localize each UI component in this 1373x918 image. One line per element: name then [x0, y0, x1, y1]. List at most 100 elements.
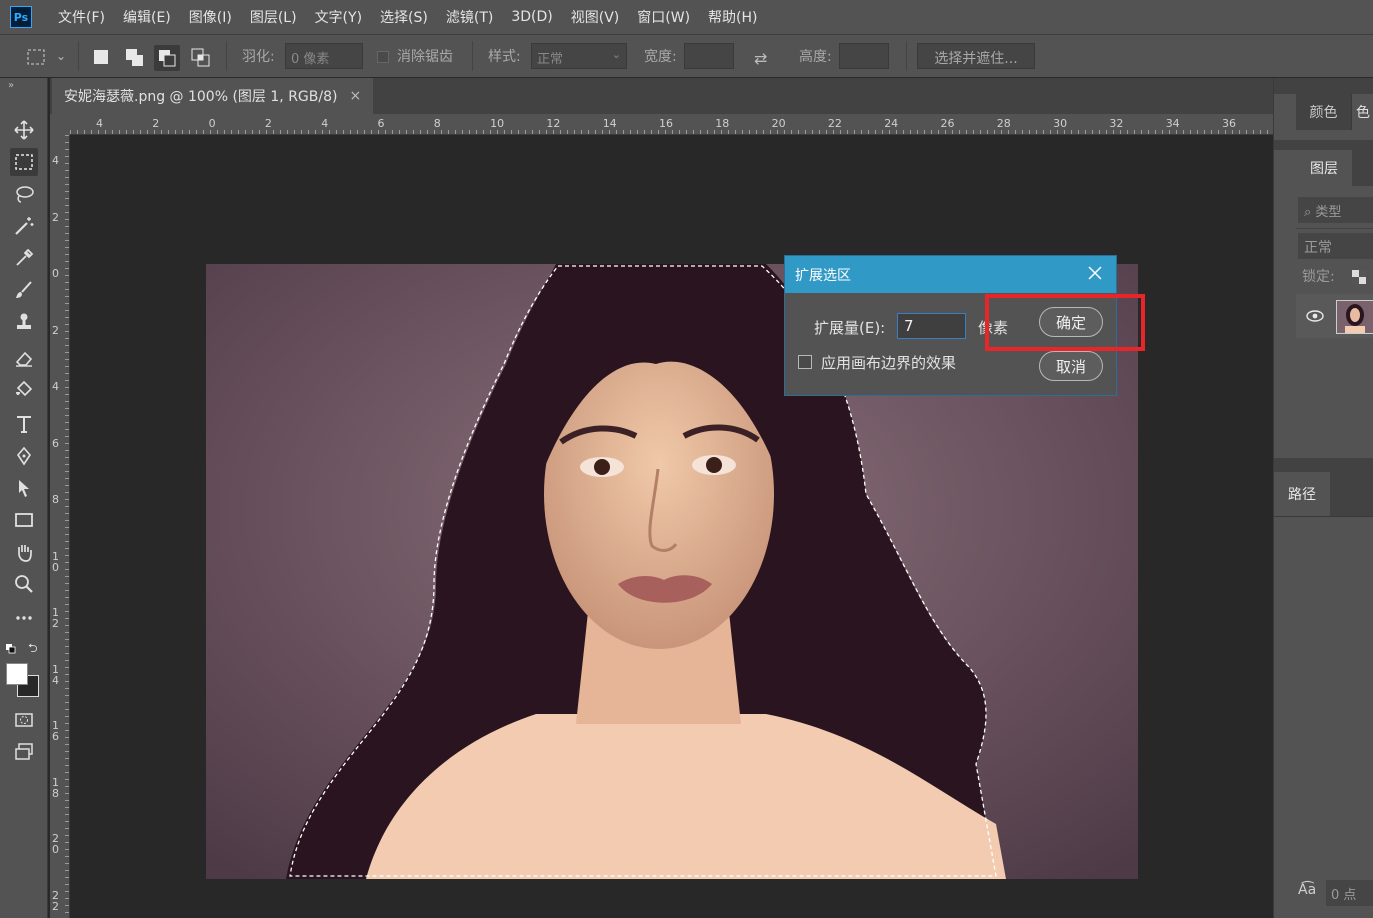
ruler-tick-label: 10 — [490, 117, 505, 130]
tab-layers[interactable]: 图层 — [1296, 150, 1352, 186]
font-size-input[interactable]: 0 点 — [1326, 880, 1373, 906]
expand-amount-label: 扩展量(E): — [814, 319, 886, 337]
antialias-checkbox[interactable] — [377, 51, 389, 63]
select-and-mask-button[interactable]: 选择并遮住... — [917, 43, 1035, 69]
chevron-down-icon: ⌄ — [611, 48, 621, 61]
ruler-tick-label: 1 2 — [52, 606, 59, 630]
menu-select[interactable]: 选择(S) — [380, 7, 428, 27]
photoshop-logo-icon: Ps — [10, 6, 32, 28]
visibility-eye-icon[interactable] — [1306, 310, 1324, 322]
feather-input[interactable]: 0 像素 — [285, 43, 363, 69]
lock-transparent-icon[interactable] — [1352, 270, 1366, 284]
stamp-tool-icon[interactable] — [10, 308, 38, 336]
antialias-label: 消除锯齿 — [397, 49, 453, 65]
height-input[interactable] — [839, 43, 889, 69]
canvas-bounds-label: 应用画布边界的效果 — [821, 354, 957, 372]
menu-edit[interactable]: 编辑(E) — [123, 7, 171, 27]
ok-button-highlight — [985, 294, 1145, 351]
pen-tool-icon[interactable] — [10, 442, 38, 470]
screen-mode-icon[interactable] — [10, 738, 38, 766]
paint-bucket-tool-icon[interactable] — [10, 376, 38, 404]
expand-amount-input[interactable]: 7 — [897, 313, 966, 339]
ruler-tick-label: 20 — [771, 117, 786, 130]
ruler-tick-label: 32 — [1109, 117, 1124, 130]
eraser-tool-icon[interactable] — [10, 344, 38, 372]
ruler-tick-label: 1 6 — [52, 719, 59, 743]
more-tools-icon[interactable] — [10, 604, 38, 632]
rectangle-tool-icon[interactable] — [10, 506, 38, 534]
ruler-tick-label: 1 4 — [52, 662, 59, 687]
new-selection-icon[interactable] — [94, 50, 108, 64]
menu-help[interactable]: 帮助(H) — [708, 7, 757, 27]
move-tool-icon[interactable] — [10, 116, 38, 144]
ruler-tick-label: 2 0 — [52, 832, 59, 856]
menu-view[interactable]: 视图(V) — [571, 7, 620, 27]
quick-mask-icon[interactable] — [10, 706, 38, 734]
subtract-selection-icon[interactable] — [154, 45, 180, 71]
default-colors-icon[interactable] — [6, 642, 16, 654]
swap-icon[interactable]: ⇄ — [754, 49, 767, 68]
type-tool-icon[interactable] — [10, 410, 38, 438]
tab-swatches[interactable]: 色 — [1352, 94, 1373, 130]
hand-tool-icon[interactable] — [10, 538, 38, 566]
menu-window[interactable]: 窗口(W) — [637, 7, 690, 27]
close-icon[interactable] — [1086, 264, 1104, 282]
height-label: 高度: — [799, 49, 832, 65]
menu-filter[interactable]: 滤镜(T) — [446, 7, 493, 27]
document-tab[interactable]: 安妮海瑟薇.png @ 100% (图层 1, RGB/8) × — [52, 78, 374, 114]
brush-tool-icon[interactable] — [10, 276, 38, 304]
ruler-tick-label: 28 — [996, 117, 1011, 130]
eyedropper-tool-icon[interactable] — [10, 244, 38, 272]
ruler-tick-label: 8 — [433, 117, 441, 130]
ruler-tick-label: 30 — [1053, 117, 1068, 130]
collapse-icon[interactable]: » — [8, 80, 14, 91]
tab-color[interactable]: 颜色 — [1296, 94, 1352, 130]
foreground-color-swatch[interactable] — [6, 663, 28, 685]
add-selection-icon[interactable] — [124, 47, 146, 69]
ruler-tick-label: 4 — [52, 380, 59, 393]
lasso-tool-icon[interactable] — [10, 180, 38, 208]
tab-paths[interactable]: 路径 — [1274, 472, 1330, 516]
ruler-tick-label: 22 — [827, 117, 842, 130]
menu-3d[interactable]: 3D(D) — [511, 9, 552, 25]
menu-layer[interactable]: 图层(L) — [250, 7, 297, 27]
menu-image[interactable]: 图像(I) — [189, 7, 232, 27]
swap-colors-icon[interactable]: ⮌ — [28, 639, 38, 660]
chevron-down-icon[interactable]: ⌄ — [56, 49, 66, 63]
ruler-tick-label: 8 — [52, 493, 59, 506]
canvas-bounds-checkbox[interactable] — [798, 355, 812, 369]
marquee-preset-icon[interactable] — [26, 47, 48, 67]
ruler-tick-label: 0 — [52, 267, 59, 280]
ruler-tick-label: 1 0 — [52, 549, 59, 574]
ruler-tick-label: 24 — [884, 117, 899, 130]
menu-file[interactable]: 文件(F) — [58, 7, 105, 27]
width-label: 宽度: — [644, 49, 677, 65]
horizontal-ruler[interactable]: 4 2 0 2 4 6 8 10 12 14 16 18 20 22 24 26 28 30 32 34 36 — [70, 114, 1273, 135]
vertical-ruler[interactable]: 4 2 0 2 4 6 8 1 0 1 2 1 4 1 6 1 8 2 0 2 2 — [50, 135, 70, 918]
width-input[interactable] — [684, 43, 734, 69]
ruler-tick-label: 2 — [52, 323, 59, 337]
ruler-tick-label: 4 — [321, 117, 329, 130]
ruler-tick-label: 0 — [208, 117, 216, 130]
style-label: 样式: — [488, 49, 521, 65]
ruler-origin[interactable] — [50, 114, 70, 135]
character-size-icon: A͡a — [1298, 882, 1317, 898]
path-selection-tool-icon[interactable] — [10, 474, 38, 502]
tools-panel: » ⮌ — [0, 78, 48, 918]
zoom-tool-icon[interactable] — [10, 570, 38, 598]
menu-bar: Ps 文件(F) 编辑(E) 图像(I) 图层(L) 文字(Y) 选择(S) 滤… — [0, 0, 1373, 34]
layer-filter-label: 类型 — [1315, 205, 1342, 220]
layer-thumbnail[interactable] — [1336, 300, 1373, 334]
ruler-tick-label: 12 — [546, 117, 561, 130]
layer-filter-type[interactable]: ⌕ 类型 — [1298, 197, 1373, 223]
rectangular-marquee-tool-icon[interactable] — [10, 148, 38, 176]
style-select[interactable]: 正常 ⌄ — [531, 43, 627, 69]
intersect-selection-icon[interactable] — [190, 47, 212, 69]
magic-wand-tool-icon[interactable] — [10, 212, 38, 240]
ruler-tick-label: 4 — [52, 154, 59, 167]
cancel-button[interactable]: 取消 — [1039, 351, 1103, 381]
ruler-tick-label: 18 — [715, 117, 730, 130]
close-icon[interactable]: × — [349, 88, 361, 104]
blend-mode-select[interactable]: 正常 — [1298, 233, 1373, 259]
menu-type[interactable]: 文字(Y) — [315, 7, 362, 27]
